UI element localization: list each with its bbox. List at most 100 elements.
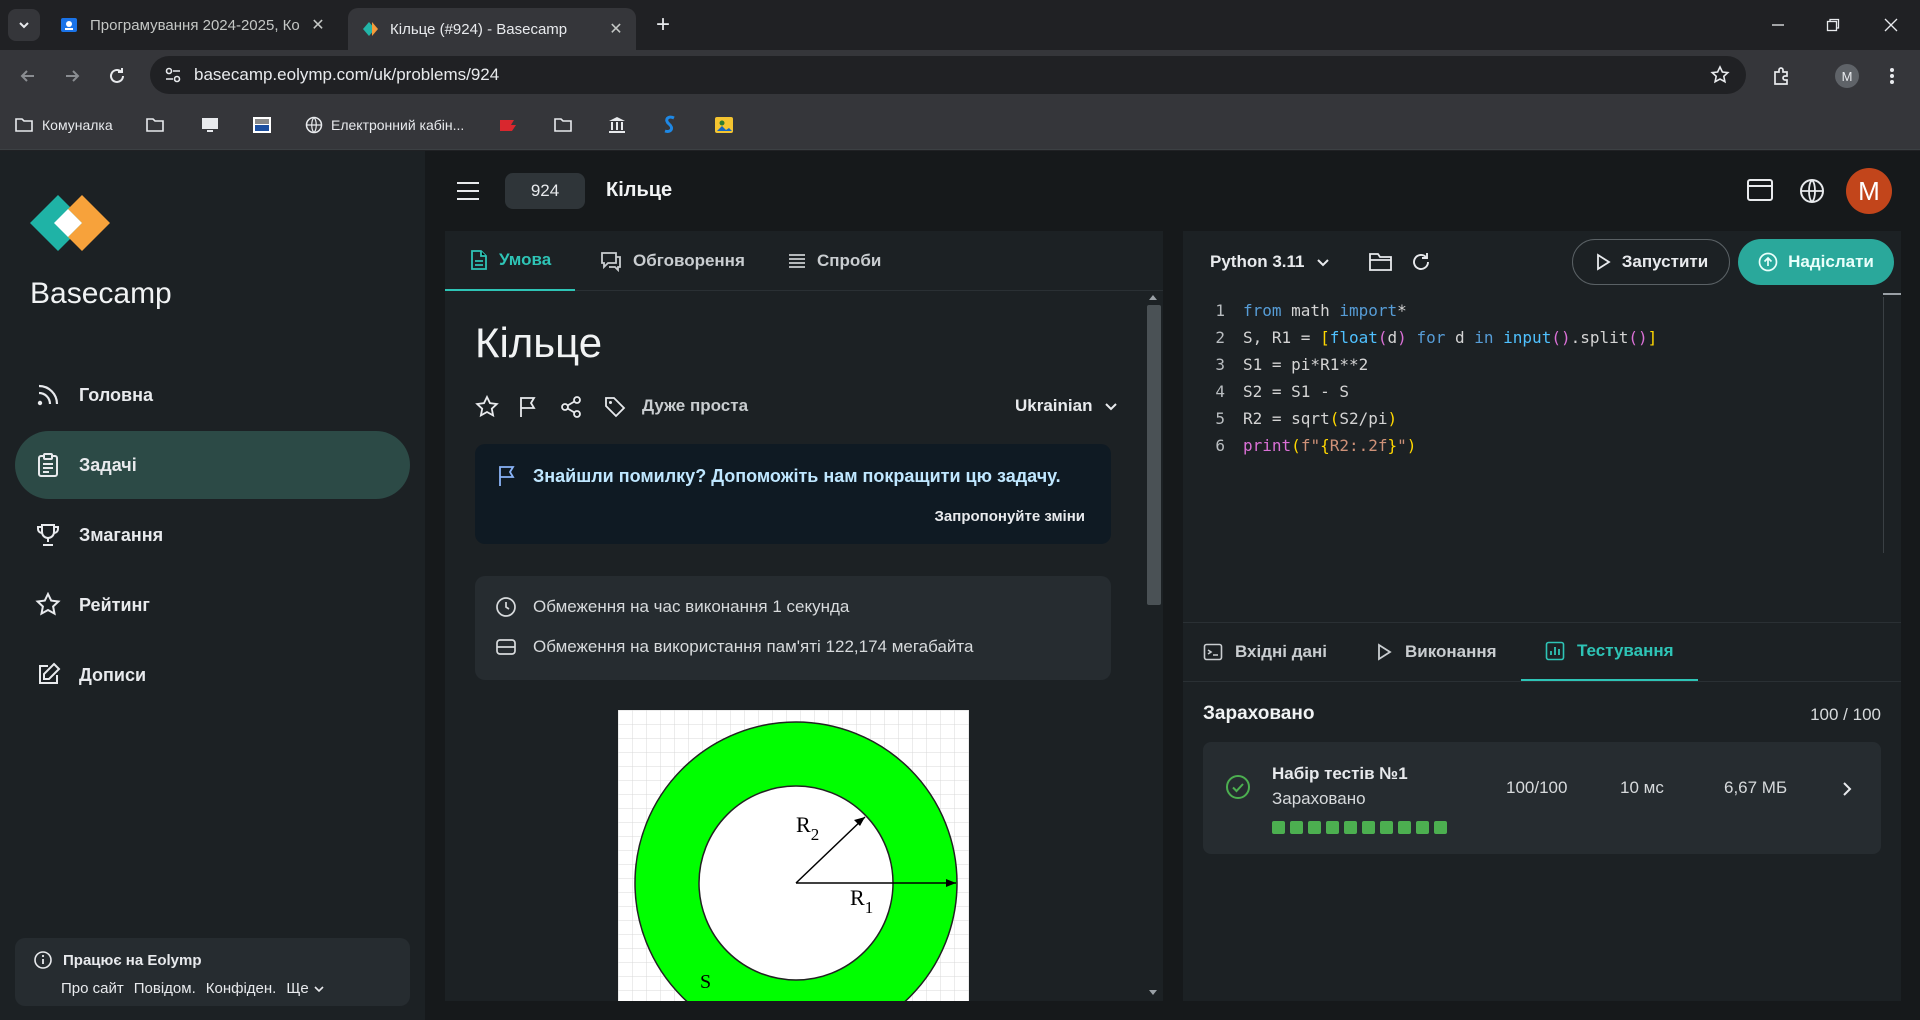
chevron-down-icon bbox=[314, 985, 324, 992]
close-window-button[interactable] bbox=[1878, 12, 1904, 38]
tab-statement[interactable]: Умова bbox=[445, 231, 576, 291]
terminal-icon bbox=[1203, 643, 1223, 661]
test-passed-marker bbox=[1416, 821, 1429, 834]
play-icon bbox=[1596, 253, 1611, 271]
submit-button[interactable]: Надіслати bbox=[1738, 239, 1894, 285]
basecamp-logo-icon[interactable] bbox=[30, 193, 110, 253]
time-limit-text: Обмеження на час виконання 1 секунда bbox=[533, 597, 850, 616]
share-icon[interactable] bbox=[559, 395, 583, 419]
minimize-icon bbox=[1772, 24, 1784, 26]
editor-panel: Python 3.11 Запустити Надіслати 1 from ma… bbox=[1183, 231, 1901, 1001]
reset-icon[interactable] bbox=[1410, 251, 1432, 273]
sidebar-item-home[interactable]: Головна bbox=[15, 361, 410, 429]
test-passed-marker bbox=[1434, 821, 1447, 834]
bookmark-folder[interactable] bbox=[553, 114, 581, 136]
sidebar-item-problems[interactable]: Задачі bbox=[15, 431, 410, 499]
reload-button[interactable] bbox=[103, 62, 131, 90]
close-icon[interactable]: ✕ bbox=[608, 21, 624, 38]
close-icon[interactable]: ✕ bbox=[310, 17, 326, 34]
sidebar-item-contests[interactable]: Змагання bbox=[15, 501, 410, 569]
sidebar-item-label: Дописи bbox=[79, 664, 147, 685]
list-icon bbox=[789, 254, 805, 268]
tab-input[interactable]: Вхідні дані bbox=[1203, 623, 1327, 681]
window-layout-icon[interactable] bbox=[1746, 177, 1774, 203]
scroll-down-icon[interactable] bbox=[1148, 989, 1158, 997]
tab-execution[interactable]: Виконання bbox=[1375, 623, 1497, 681]
forward-button[interactable] bbox=[58, 62, 86, 90]
browser-tab[interactable]: Програмування 2024-2025, Ко ✕ bbox=[48, 8, 338, 42]
code-line: 5 R2 = sqrt(S2/pi) bbox=[1215, 409, 1398, 428]
suggest-changes-link[interactable]: Запропонуйте зміни bbox=[935, 508, 1085, 525]
bookmark[interactable] bbox=[498, 114, 526, 136]
problem-scrollbar[interactable] bbox=[1143, 291, 1163, 1001]
test-passed-marker bbox=[1362, 821, 1375, 834]
bookmark[interactable] bbox=[252, 114, 280, 136]
folder-open-icon[interactable] bbox=[1368, 251, 1394, 273]
language-select[interactable]: Ukrainian bbox=[1015, 396, 1118, 416]
basecamp-logo-icon bbox=[363, 22, 378, 36]
back-button[interactable] bbox=[14, 62, 42, 90]
test-set-card[interactable]: Набір тестів №1 Зараховано 100/100 10 мс… bbox=[1203, 742, 1881, 854]
s-label: S bbox=[700, 971, 711, 993]
url-text: basecamp.eolymp.com/uk/problems/924 bbox=[194, 65, 500, 84]
star-icon[interactable] bbox=[475, 395, 499, 419]
check-circle-icon bbox=[1226, 775, 1250, 799]
footer-link-privacy[interactable]: Конфіден. bbox=[206, 980, 277, 997]
footer-link-more-label: Ще bbox=[286, 980, 309, 997]
globe-icon[interactable] bbox=[1798, 177, 1826, 205]
run-button[interactable]: Запустити bbox=[1572, 239, 1730, 285]
tab-testing[interactable]: Тестування bbox=[1521, 623, 1698, 681]
bookmark-folder[interactable]: Комуналка bbox=[14, 114, 113, 136]
difficulty-tag[interactable]: Дуже проста bbox=[642, 396, 748, 416]
bookmark[interactable] bbox=[200, 114, 228, 136]
powered-by-text: Працює на Eolymp bbox=[63, 951, 202, 969]
bookmark[interactable] bbox=[607, 114, 635, 136]
problem-number-badge: 924 bbox=[505, 173, 585, 209]
code-editor[interactable]: 1 from math import * 2 S, R1 = [float(d) fo… bbox=[1183, 297, 1886, 559]
tag-icon[interactable] bbox=[603, 395, 627, 419]
extensions-button[interactable] bbox=[1768, 62, 1796, 90]
test-passed-marker bbox=[1308, 821, 1321, 834]
language-select-value: Ukrainian bbox=[1015, 396, 1093, 415]
test-passed-marker bbox=[1398, 821, 1411, 834]
browser-tab-active[interactable]: Кільце (#924) - Basecamp ✕ bbox=[348, 8, 636, 50]
profile-avatar[interactable]: M bbox=[1835, 64, 1859, 88]
run-button-label: Запустити bbox=[1621, 252, 1709, 271]
bar-chart-icon bbox=[1545, 641, 1565, 661]
footer-link-more[interactable]: Ще bbox=[286, 980, 324, 997]
chevron-right-icon[interactable] bbox=[1840, 780, 1854, 798]
problem-toolbar: Дуже проста Ukrainian bbox=[475, 391, 1125, 421]
sidebar-item-posts[interactable]: Дописи bbox=[15, 641, 410, 709]
browser-menu-button[interactable] bbox=[1878, 62, 1906, 90]
restore-button[interactable] bbox=[1820, 12, 1846, 38]
sidebar-item-label: Змагання bbox=[79, 524, 164, 545]
tab-label: Спроби bbox=[817, 251, 882, 270]
footer-link-report[interactable]: Повідом. bbox=[134, 980, 196, 997]
scrollbar-thumb[interactable] bbox=[1147, 305, 1161, 605]
bookmark-star-icon[interactable] bbox=[1710, 65, 1730, 85]
scroll-up-icon[interactable] bbox=[1148, 293, 1158, 301]
user-avatar[interactable]: M bbox=[1846, 168, 1892, 214]
flag-icon[interactable] bbox=[516, 395, 540, 419]
tab-attempts[interactable]: Спроби bbox=[787, 231, 881, 291]
arrow-right-icon bbox=[66, 70, 80, 82]
chevron-down-icon bbox=[19, 22, 29, 29]
bookmark[interactable]: Електронний кабін... bbox=[305, 114, 464, 136]
browser-toolbar: basecamp.eolymp.com/uk/problems/924 M bbox=[0, 50, 1920, 100]
tab-discussion[interactable]: Обговорення bbox=[599, 231, 745, 291]
blue-s-icon bbox=[664, 115, 675, 133]
new-tab-button[interactable]: + bbox=[650, 11, 676, 38]
minimize-button[interactable] bbox=[1765, 12, 1791, 38]
basecamp-app: Basecamp Головна Задачі Змагання Рейтинг… bbox=[0, 151, 1920, 1020]
bookmark[interactable] bbox=[714, 114, 742, 136]
tab-search-button[interactable] bbox=[8, 9, 40, 41]
classroom-icon bbox=[61, 18, 77, 32]
language-version-select[interactable]: Python 3.11 bbox=[1210, 252, 1330, 272]
hamburger-menu-icon[interactable] bbox=[455, 179, 481, 203]
bookmark[interactable] bbox=[662, 114, 686, 136]
monitor-icon bbox=[202, 118, 218, 132]
bookmark-folder[interactable] bbox=[145, 114, 173, 136]
footer-link-about[interactable]: Про сайт bbox=[61, 980, 124, 997]
sidebar-item-rating[interactable]: Рейтинг bbox=[15, 571, 410, 639]
address-bar[interactable]: basecamp.eolymp.com/uk/problems/924 bbox=[150, 56, 1746, 94]
